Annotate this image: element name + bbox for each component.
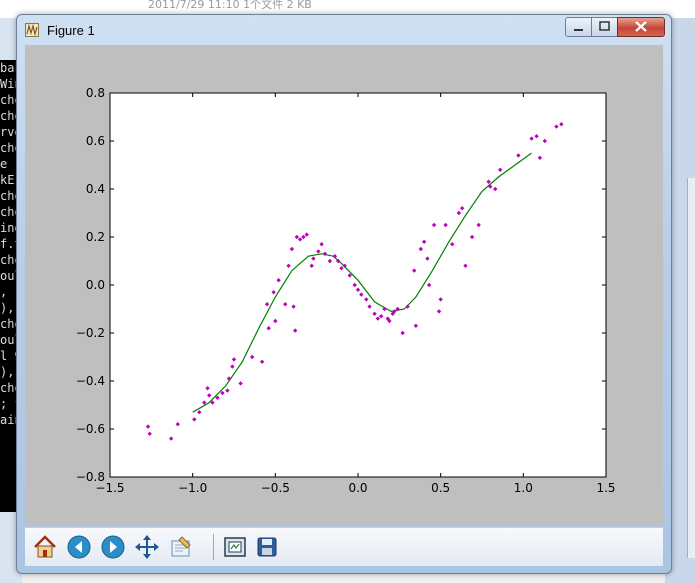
x-tick-label: 0.0 [348,481,367,495]
x-tick-label: −0.5 [261,481,290,495]
pan-icon[interactable] [134,534,160,560]
y-tick-label: −0.8 [76,470,105,484]
y-tick-label: −0.6 [76,422,105,436]
y-tick-label: 0.8 [86,86,105,100]
y-tick-label: 0.0 [86,278,105,292]
y-tick-label: −0.4 [76,374,105,388]
x-tick-label: −1.0 [178,481,207,495]
save-icon[interactable] [254,534,280,560]
y-tick-label: 0.6 [86,134,105,148]
x-tick-label: 1.0 [514,481,533,495]
figure-canvas[interactable]: −1.5 −1.0 −0.5 0.0 0.5 1.0 1.5 −0.8 −0.6 −0.4 −0.2… [25,45,663,525]
x-tick-label: 1.5 [596,481,615,495]
y-tick-label: −0.2 [76,326,105,340]
maximize-button[interactable] [591,17,618,37]
axes-frame [109,92,607,478]
forward-arrow-icon[interactable] [100,534,126,560]
matplotlib-app-icon [25,23,39,37]
close-button[interactable] [617,17,665,37]
window-title: Figure 1 [47,23,95,38]
close-icon [635,21,647,32]
minimize-icon [574,29,583,31]
navigation-toolbar [25,527,663,566]
y-tick-label: 0.2 [86,230,105,244]
subplots-icon[interactable] [222,534,248,560]
title-bar[interactable]: Figure 1 [17,15,671,45]
figure-window: Figure 1 −1.5 −1.0 −0.5 0.0 0.5 1.0 1.5 −0.8 −0.… [16,14,672,574]
background-file-info: 2011/7/29 11:10 1个文件 2 KB [148,0,312,11]
maximize-icon [599,21,610,31]
toolbar-separator [213,534,214,560]
plot-svg: −1.5 −1.0 −0.5 0.0 0.5 1.0 1.5−0.8−0.6−0.4−0.2… [76,86,616,495]
background-scrollbar [687,178,695,558]
home-icon[interactable] [32,534,58,560]
y-tick-label: 0.4 [86,182,105,196]
minimize-button[interactable] [565,17,592,37]
x-tick-label: 0.5 [431,481,450,495]
zoom-icon[interactable] [168,534,194,560]
back-arrow-icon[interactable] [66,534,92,560]
